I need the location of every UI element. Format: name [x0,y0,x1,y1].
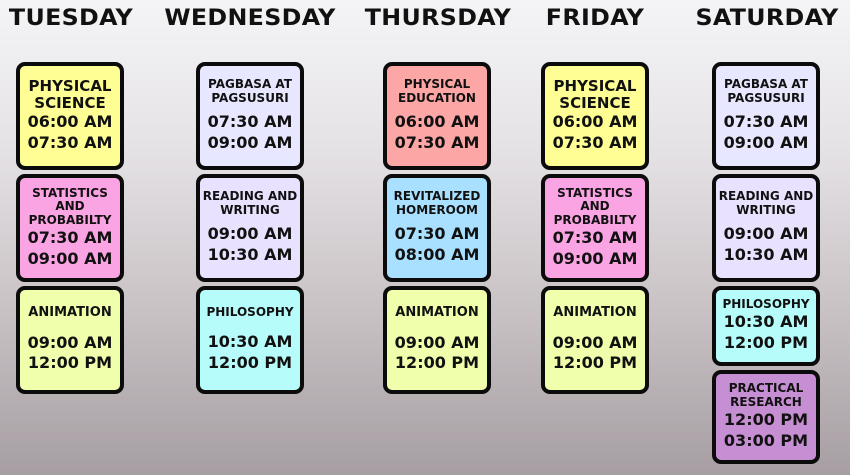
class-title: REVITALIZED HOMEROOM [393,189,481,218]
class-title: PAGBASA AT PAGSUSURI [208,77,292,106]
class-start-time: 09:00 AM [207,224,293,243]
class-start-time: 10:30 AM [207,332,293,352]
class-card[interactable]: REVITALIZED HOMEROOM 07:30 AM 08:00 AM [383,174,491,282]
class-start-time: 06:00 AM [394,112,480,131]
class-card[interactable]: PAGBASA AT PAGSUSURI 07:30 AM 09:00 AM [196,62,304,170]
class-start-time: 09:00 AM [394,332,480,352]
class-title: PHYSICAL EDUCATION [398,77,476,106]
class-card[interactable]: ANIMATION 09:00 AM 12:00 PM [541,286,649,394]
class-title: PRACTICAL RESEARCH [728,381,804,410]
class-start-time: 06:00 AM [27,112,113,132]
class-end-time: 07:30 AM [394,132,480,152]
class-title: ANIMATION [28,304,112,320]
class-start-time: 09:00 AM [27,332,113,352]
class-card[interactable]: PHYSICAL EDUCATION 06:00 AM 07:30 AM [383,62,491,170]
class-end-time: 12:00 PM [27,353,113,373]
class-end-time: 09:00 AM [552,248,638,268]
class-title: ANIMATION [553,304,637,320]
class-title: PHILOSOPHY [206,305,294,320]
class-start-time: 07:30 AM [552,227,638,247]
class-title: READING AND WRITING [202,189,298,218]
class-title: PAGBASA AT PAGSUSURI [724,77,808,106]
class-end-time: 07:30 AM [552,133,638,153]
class-end-time: 08:00 AM [394,244,480,264]
class-card[interactable]: READING AND WRITING 09:00 AM 10:30 AM [712,174,820,282]
class-card[interactable]: PHILOSOPHY 10:30 AM 12:00 PM [196,286,304,394]
class-card[interactable]: PHYSICAL SCIENCE 06:00 AM 07:30 AM [541,62,649,170]
class-card[interactable]: ANIMATION 09:00 AM 12:00 PM [383,286,491,394]
class-end-time: 12:00 PM [207,352,293,372]
class-title: PHILOSOPHY [722,297,810,312]
class-end-time: 07:30 AM [27,133,113,153]
class-title: READING AND WRITING [718,189,814,218]
class-end-time: 09:00 AM [207,132,293,152]
day-header-saturday: SATURDAY [695,6,839,31]
day-header-wednesday: WEDNESDAY [164,6,336,31]
class-start-time: 09:00 AM [723,224,809,243]
class-start-time: 07:30 AM [207,112,293,131]
class-end-time: 12:00 PM [394,353,480,373]
class-card[interactable]: PAGBASA AT PAGSUSURI 07:30 AM 09:00 AM [712,62,820,170]
class-card[interactable]: PHYSICAL SCIENCE 06:00 AM 07:30 AM [16,62,124,170]
class-card[interactable]: PHILOSOPHY 10:30 AM 12:00 PM [712,286,820,366]
class-end-time: 10:30 AM [207,244,293,264]
class-title: PHYSICAL SCIENCE [553,76,637,113]
class-start-time: 12:00 PM [723,410,809,429]
class-end-time: 09:00 AM [723,132,809,152]
class-end-time: 12:00 PM [552,353,638,373]
class-start-time: 07:30 AM [27,227,113,247]
class-end-time: 10:30 AM [723,244,809,264]
class-end-time: 09:00 AM [27,248,113,268]
class-end-time: 03:00 PM [723,430,809,450]
class-start-time: 07:30 AM [394,224,480,243]
class-start-time: 06:00 AM [552,112,638,132]
class-start-time: 07:30 AM [723,112,809,131]
class-start-time: 09:00 AM [552,332,638,352]
class-card[interactable]: READING AND WRITING 09:00 AM 10:30 AM [196,174,304,282]
class-title: ANIMATION [395,304,479,320]
class-title: PHYSICAL SCIENCE [28,76,112,113]
class-card[interactable]: STATISTICS AND PROBABILTY 07:30 AM 09:00… [541,174,649,282]
class-card[interactable]: ANIMATION 09:00 AM 12:00 PM [16,286,124,394]
class-card[interactable]: PRACTICAL RESEARCH 12:00 PM 03:00 PM [712,370,820,464]
class-title: STATISTICS AND PROBABILTY [28,185,112,228]
class-end-time: 12:00 PM [723,332,809,352]
class-title: STATISTICS AND PROBABILTY [553,185,637,228]
class-card[interactable]: STATISTICS AND PROBABILTY 07:30 AM 09:00… [16,174,124,282]
class-start-time: 10:30 AM [723,312,809,332]
